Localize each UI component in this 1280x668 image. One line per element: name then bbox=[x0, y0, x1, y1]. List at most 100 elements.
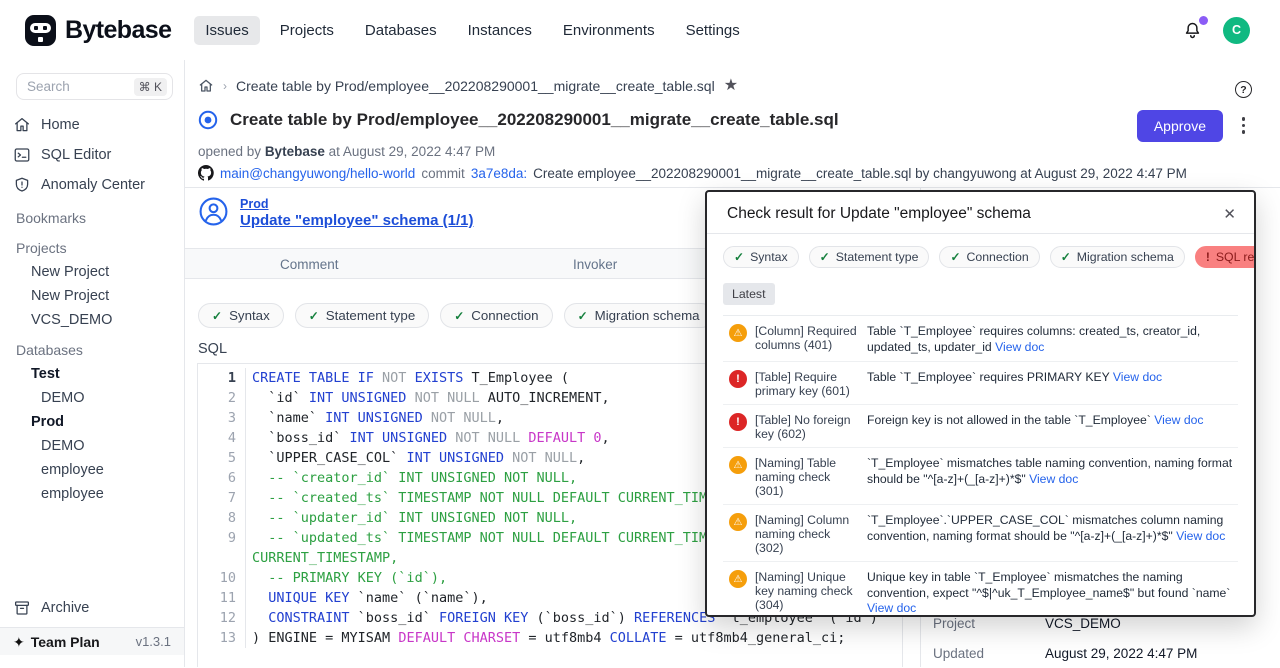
line-number: 9 bbox=[198, 528, 246, 568]
check-badge-label: Syntax bbox=[750, 250, 788, 264]
plan-footer[interactable]: ✦ Team Plan v1.3.1 bbox=[0, 627, 184, 655]
check-badge-label: Statement type bbox=[326, 308, 415, 323]
line-number: 3 bbox=[198, 408, 246, 428]
close-icon[interactable]: ✕ bbox=[1223, 207, 1236, 222]
check-badge-label: SQL review bbox=[1216, 250, 1256, 264]
sidebar-item-anomaly-center[interactable]: Anomaly Center bbox=[0, 170, 184, 200]
search-input[interactable] bbox=[27, 79, 134, 94]
sidebar-item-demo[interactable]: DEMO bbox=[0, 434, 184, 458]
check-badge-label: Syntax bbox=[229, 308, 270, 323]
vcs-branch-link[interactable]: main@changyuwong/hello-world bbox=[220, 166, 415, 181]
warning-icon: ⚠ bbox=[729, 456, 747, 474]
stage-environment-link[interactable]: Prod bbox=[240, 197, 473, 211]
check-badge-label: Connection bbox=[967, 250, 1029, 264]
meta-value: August 29, 2022 4:47 PM bbox=[1045, 646, 1197, 661]
view-doc-link[interactable]: View doc bbox=[1154, 413, 1203, 427]
view-doc-link[interactable]: View doc bbox=[867, 601, 916, 615]
avatar[interactable]: C bbox=[1223, 17, 1250, 44]
search-box[interactable]: ⌘ K bbox=[16, 73, 173, 100]
line-number: 13 bbox=[198, 628, 246, 648]
sidebar-item-vcs-demo[interactable]: VCS_DEMO bbox=[0, 308, 184, 332]
check-detail: `T_Employee`.`UPPER_CASE_COL` mismatches… bbox=[867, 511, 1238, 555]
warning-icon: ⚠ bbox=[729, 513, 747, 531]
check-icon: ✓ bbox=[734, 251, 744, 263]
error-icon: ! bbox=[729, 370, 747, 388]
check-detail: `T_Employee` mismatches table naming con… bbox=[867, 454, 1238, 498]
column-header-comment: Comment bbox=[280, 257, 339, 272]
sidebar-section-projects: Projects bbox=[0, 230, 184, 260]
github-icon bbox=[198, 165, 214, 181]
nav-item-databases[interactable]: Databases bbox=[354, 16, 448, 45]
meta-row-updated: UpdatedAugust 29, 2022 4:47 PM bbox=[933, 638, 1197, 668]
view-doc-link[interactable]: View doc bbox=[1176, 529, 1225, 543]
check-rule: [Naming] Unique key naming check (304) bbox=[755, 568, 859, 617]
stage-task-link[interactable]: Update "employee" schema (1/1) bbox=[240, 212, 473, 229]
code-line: 13) ENGINE = MYISAM DEFAULT CHARSET = ut… bbox=[198, 628, 902, 648]
nav-item-issues[interactable]: Issues bbox=[194, 16, 259, 45]
home-icon[interactable] bbox=[198, 78, 214, 94]
sidebar-item-archive[interactable]: Archive bbox=[0, 593, 184, 623]
column-header-invoker: Invoker bbox=[573, 257, 617, 272]
sidebar-item-test[interactable]: Test bbox=[0, 362, 184, 386]
line-number: 1 bbox=[198, 368, 246, 388]
line-number: 12 bbox=[198, 608, 246, 628]
nav-item-environments[interactable]: Environments bbox=[552, 16, 666, 45]
check-detail: Table `T_Employee` requires PRIMARY KEY … bbox=[867, 368, 1238, 398]
plan-name: Team Plan bbox=[31, 634, 100, 650]
nav-item-projects[interactable]: Projects bbox=[269, 16, 345, 45]
check-result-row: ⚠[Column] Required columns (401)Table `T… bbox=[723, 316, 1238, 362]
sidebar-item-label: Anomaly Center bbox=[41, 177, 145, 193]
sidebar-item-label: SQL Editor bbox=[41, 147, 111, 163]
check-rule: [Table] Require primary key (601) bbox=[755, 368, 859, 398]
sidebar-item-new-project[interactable]: New Project bbox=[0, 260, 184, 284]
exclamation-icon: ! bbox=[1206, 251, 1210, 263]
check-badge-statement-type[interactable]: ✓Statement type bbox=[809, 246, 930, 268]
vcs-commit-link[interactable]: 3a7e8da: bbox=[471, 166, 527, 181]
check-badge-sql-review[interactable]: ! SQL review bbox=[1195, 246, 1256, 268]
sidebar-item-prod[interactable]: Prod bbox=[0, 410, 184, 434]
check-icon: ✓ bbox=[578, 310, 588, 322]
check-badge-connection[interactable]: ✓Connection bbox=[440, 303, 552, 328]
sidebar-item-employee[interactable]: employee bbox=[0, 482, 184, 506]
check-badge-statement-type[interactable]: ✓ Statement type bbox=[295, 303, 430, 328]
meta-label: Project bbox=[933, 616, 1045, 631]
bytebase-logo[interactable]: Bytebase bbox=[25, 15, 171, 46]
code-text: ) ENGINE = MYISAM DEFAULT CHARSET = utf8… bbox=[246, 628, 902, 648]
main-nav: Issues Projects Databases Instances Environm… bbox=[194, 16, 750, 45]
latest-button[interactable]: Latest bbox=[723, 283, 775, 305]
check-badge-label: Migration schema bbox=[595, 308, 700, 323]
line-number: 4 bbox=[198, 428, 246, 448]
breadcrumb: › Create table by Prod/employee__2022082… bbox=[198, 78, 738, 94]
view-doc-link[interactable]: View doc bbox=[995, 340, 1044, 354]
sidebar-item-employee[interactable]: employee bbox=[0, 458, 184, 482]
view-doc-link[interactable]: View doc bbox=[1029, 472, 1078, 486]
nav-item-settings[interactable]: Settings bbox=[675, 16, 751, 45]
check-rule: [Naming] Column naming check (302) bbox=[755, 511, 859, 555]
home-icon bbox=[13, 116, 31, 134]
sidebar-section-bookmarks: Bookmarks bbox=[0, 200, 184, 230]
view-doc-link[interactable]: View doc bbox=[1113, 370, 1162, 384]
sidebar-item-sql-editor[interactable]: SQL Editor bbox=[0, 140, 184, 170]
star-icon[interactable]: ★ bbox=[724, 78, 738, 94]
help-icon[interactable]: ? bbox=[1235, 81, 1252, 98]
breadcrumb-current[interactable]: Create table by Prod/employee__202208290… bbox=[236, 78, 715, 94]
sidebar-item-new-project[interactable]: New Project bbox=[0, 284, 184, 308]
modal-title: Check result for Update "employee" schem… bbox=[727, 205, 1031, 223]
check-badge-migration-schema[interactable]: ✓ Migration schema bbox=[564, 303, 714, 328]
check-badge-syntax[interactable]: ✓Syntax bbox=[198, 303, 284, 328]
sidebar-item-home[interactable]: Home bbox=[0, 110, 184, 140]
check-rule: [Table] No foreign key (602) bbox=[755, 411, 859, 441]
check-icon: ✓ bbox=[309, 310, 319, 322]
nav-item-instances[interactable]: Instances bbox=[457, 16, 543, 45]
kebab-menu-button[interactable] bbox=[1240, 115, 1248, 136]
check-badge-syntax[interactable]: ✓ Syntax bbox=[723, 246, 799, 268]
check-badge-connection[interactable]: ✓Connection bbox=[939, 246, 1039, 268]
check-badge-label: Migration schema bbox=[1077, 250, 1174, 264]
notification-bell-button[interactable] bbox=[1182, 20, 1203, 41]
check-icon: ✓ bbox=[1061, 251, 1071, 263]
approve-button[interactable]: Approve bbox=[1137, 110, 1223, 142]
sidebar-item-demo[interactable]: DEMO bbox=[0, 386, 184, 410]
warning-icon: ⚠ bbox=[729, 570, 747, 588]
notification-dot bbox=[1199, 16, 1208, 25]
check-badge-migration-schema[interactable]: ✓ Migration schema bbox=[1050, 246, 1185, 268]
